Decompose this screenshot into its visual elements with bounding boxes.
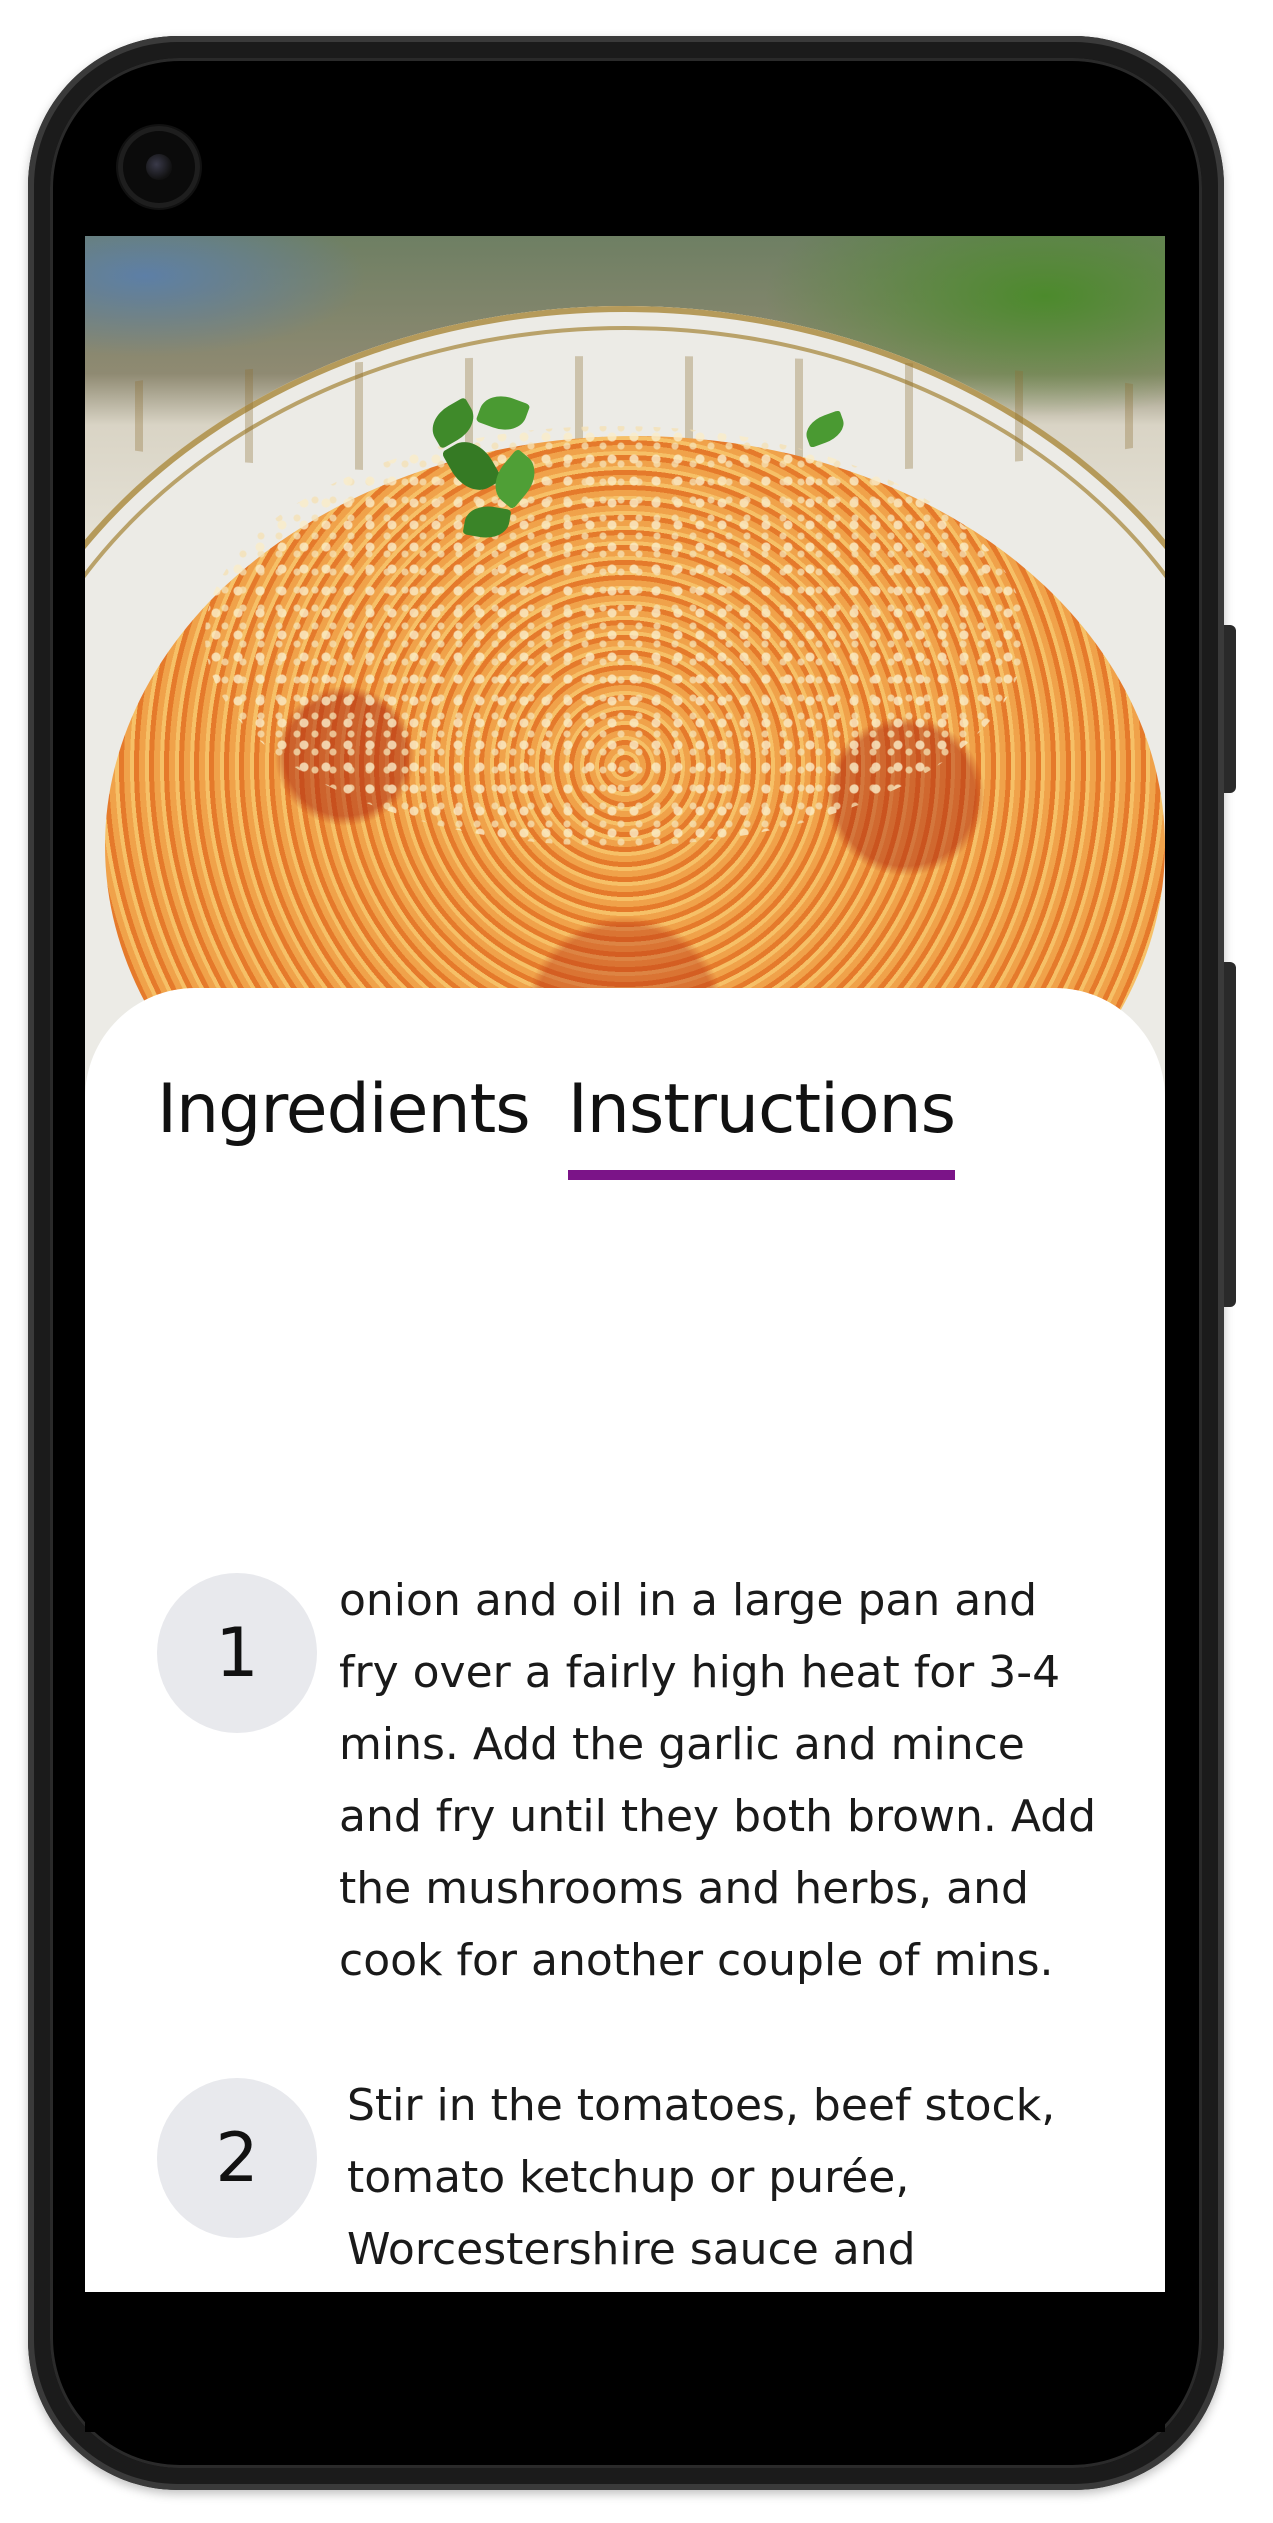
power-button [1224, 625, 1236, 793]
front-camera-icon [118, 126, 200, 208]
recipe-hero-image [85, 236, 1165, 1096]
step-text: Stir in the tomatoes, beef stock, tomato… [347, 2080, 1056, 2275]
app-screen: Ingredients Instructions 1 onion and oil… [85, 236, 1165, 2292]
volume-button [1224, 962, 1236, 1307]
tab-ingredients[interactable]: Ingredients [157, 1066, 531, 1186]
instruction-step: 1 onion and oil in a large pan and fry o… [157, 1573, 1099, 1997]
step-number-badge: 1 [157, 1573, 317, 1733]
step-number-badge: 2 [157, 2078, 317, 2238]
parmesan [205, 426, 1025, 846]
phone-chin [85, 2292, 1165, 2432]
tab-instructions[interactable]: Instructions [567, 1066, 956, 1186]
step-text: onion and oil in a large pan and fry ove… [339, 1575, 1097, 1986]
tab-bar: Ingredients Instructions [157, 1066, 956, 1186]
recipe-content-card: Ingredients Instructions 1 onion and oil… [85, 988, 1165, 2292]
instruction-step: 2 Stir in the tomatoes, beef stock, toma… [157, 2078, 1107, 2292]
